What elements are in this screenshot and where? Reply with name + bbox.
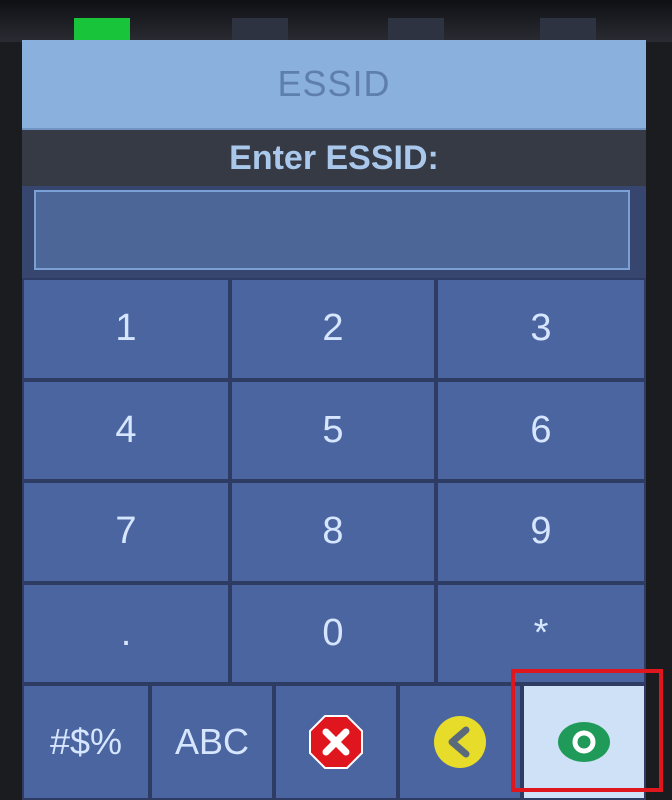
- cancel-x-icon: [309, 715, 363, 769]
- input-prompt: Enter ESSID:: [22, 130, 646, 186]
- key-5[interactable]: 5: [230, 379, 436, 481]
- backspace-icon: [434, 716, 486, 768]
- key-0[interactable]: 0: [230, 582, 436, 684]
- key-8[interactable]: 8: [230, 481, 436, 583]
- key-6[interactable]: 6: [436, 379, 646, 481]
- key-3[interactable]: 3: [436, 278, 646, 380]
- status-led-icon: [540, 18, 596, 42]
- device-screen: ESSID Enter ESSID: 1 2 3 4 5 6 7 8 9 . 0…: [22, 40, 646, 800]
- key-7[interactable]: 7: [22, 481, 230, 583]
- confirm-button[interactable]: [522, 684, 646, 800]
- key-4[interactable]: 4: [22, 379, 230, 481]
- symbols-button[interactable]: #$%: [22, 684, 150, 800]
- key-2[interactable]: 2: [230, 278, 436, 380]
- numeric-keypad: 1 2 3 4 5 6 7 8 9 . 0 *: [22, 278, 646, 684]
- status-led-icon: [232, 18, 288, 42]
- status-led-icon: [388, 18, 444, 42]
- key-9[interactable]: 9: [436, 481, 646, 583]
- essid-input[interactable]: [34, 190, 630, 270]
- device-bezel: [0, 0, 672, 42]
- backspace-button[interactable]: [398, 684, 522, 800]
- letters-button[interactable]: ABC: [150, 684, 274, 800]
- key-dot[interactable]: .: [22, 582, 230, 684]
- cancel-button[interactable]: [274, 684, 398, 800]
- key-star[interactable]: *: [436, 582, 646, 684]
- action-bar: #$% ABC: [22, 684, 646, 800]
- confirm-ok-icon: [558, 722, 610, 762]
- page-title: ESSID: [22, 40, 646, 130]
- status-led-icon: [74, 18, 130, 42]
- key-1[interactable]: 1: [22, 278, 230, 380]
